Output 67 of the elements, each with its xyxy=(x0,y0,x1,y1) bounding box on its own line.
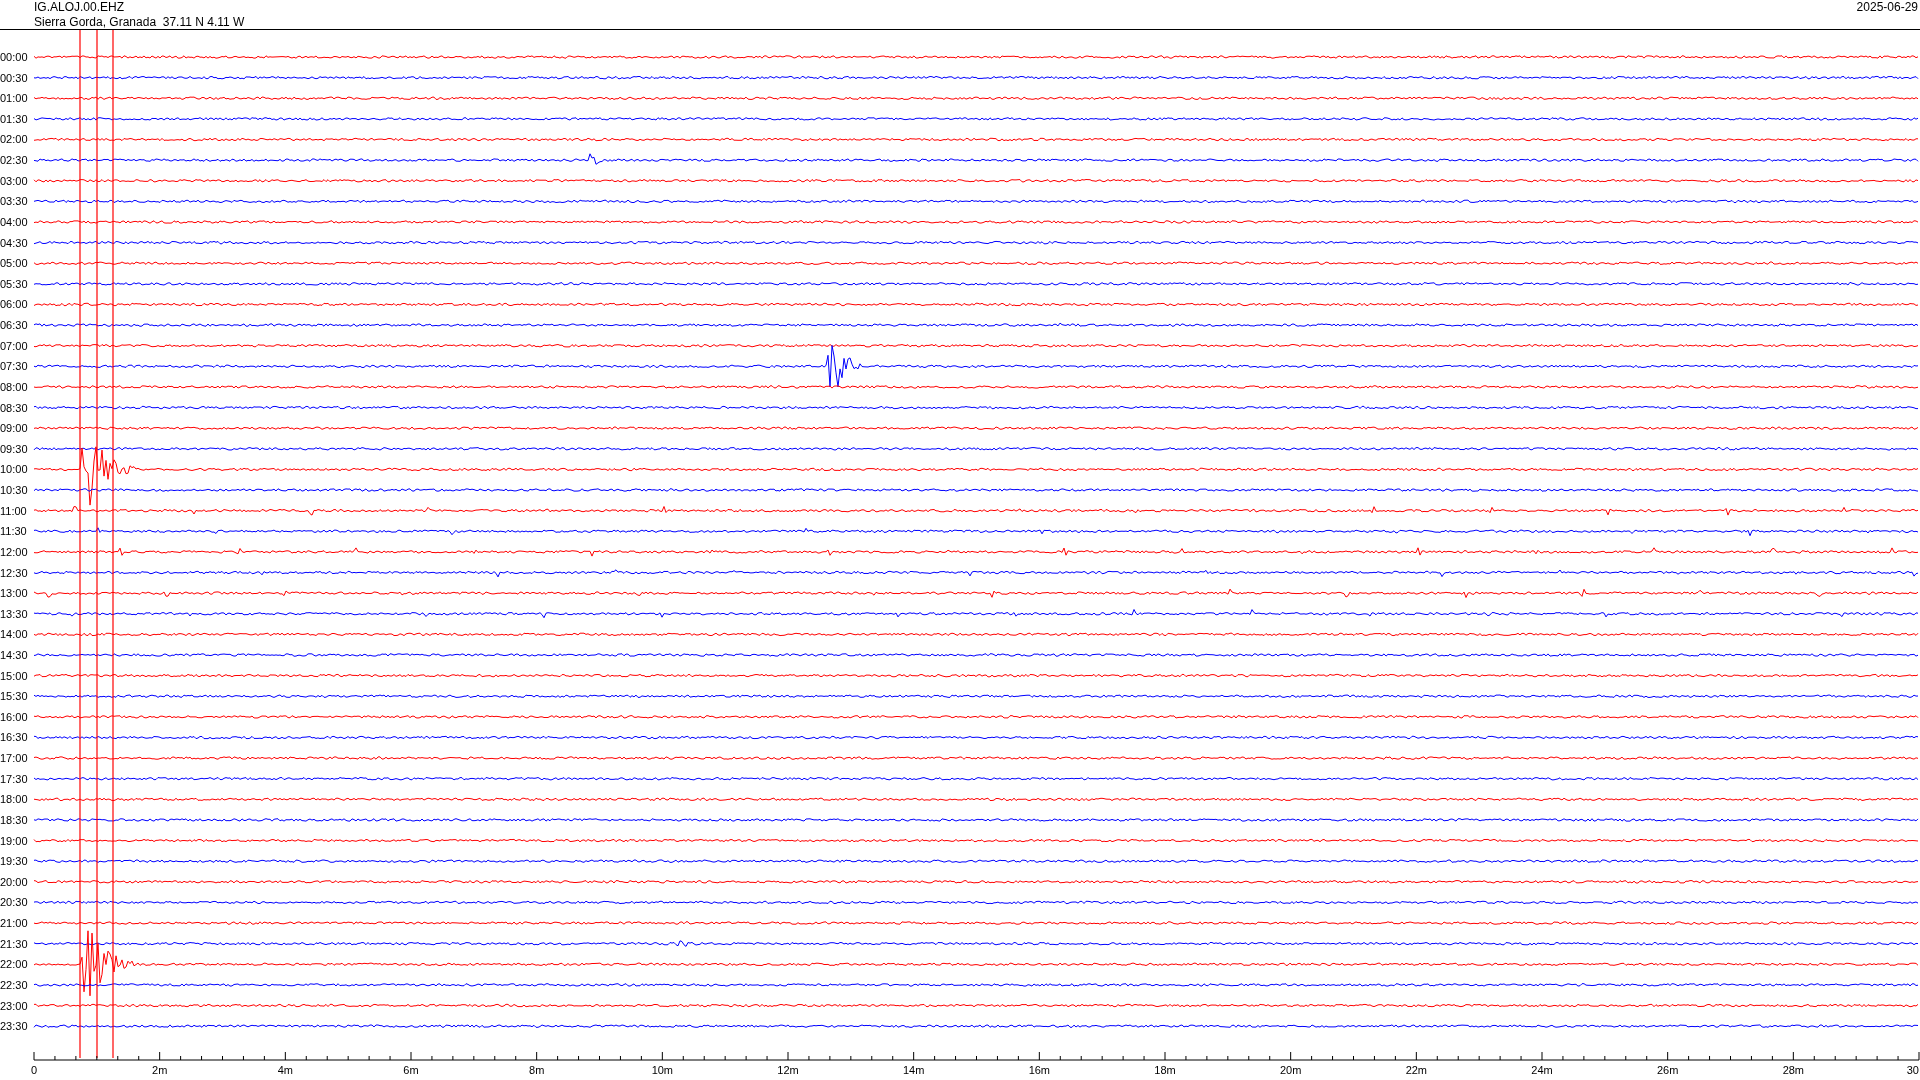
hour-label: 22:00 xyxy=(0,958,28,971)
hour-label: 14:00 xyxy=(0,628,28,641)
axis-label: 0 xyxy=(30,1064,38,1076)
hour-label: 05:30 xyxy=(0,277,28,290)
hour-label: 13:30 xyxy=(0,607,28,620)
axis-label: 16m xyxy=(1028,1064,1051,1076)
hour-label: 11:00 xyxy=(0,504,27,517)
station-location: Sierra Gorda, Granada 37.11 N 4.11 W xyxy=(34,15,245,30)
axis-label: 22m xyxy=(1405,1064,1428,1076)
hour-label: 05:00 xyxy=(0,257,28,270)
hour-label: 04:30 xyxy=(0,236,28,249)
hour-label: 23:00 xyxy=(0,999,28,1012)
hour-label: 11:30 xyxy=(0,525,27,538)
hour-label: 01:00 xyxy=(0,92,28,105)
hour-label: 03:30 xyxy=(0,195,28,208)
axis-label: 24m xyxy=(1531,1064,1553,1076)
hour-label: 10:00 xyxy=(0,463,28,476)
hour-label: 21:30 xyxy=(0,937,28,950)
axis-label: 2m xyxy=(152,1064,168,1076)
hour-label: 18:30 xyxy=(0,813,28,826)
axis-label: 12m xyxy=(777,1064,799,1076)
hour-label: 10:30 xyxy=(0,484,28,496)
hour-label: 16:00 xyxy=(0,710,28,723)
axis-label: 14m xyxy=(902,1064,925,1076)
hour-label: 20:30 xyxy=(0,896,28,909)
hour-label: 18:00 xyxy=(0,793,28,806)
hour-label: 22:30 xyxy=(0,978,28,991)
hour-label: 09:00 xyxy=(0,422,28,435)
hour-label: 21:00 xyxy=(0,917,28,930)
hour-label: 06:00 xyxy=(0,298,28,311)
axis-label: 6m xyxy=(403,1064,419,1076)
hour-label: 00:00 xyxy=(0,51,28,63)
hour-label: 23:30 xyxy=(0,1020,28,1033)
hour-label: 08:30 xyxy=(0,401,28,414)
date-label: 2025-06-29 xyxy=(1856,0,1918,15)
hour-label: 15:00 xyxy=(0,669,28,682)
hour-label: 15:30 xyxy=(0,690,28,703)
axis-label: 20m xyxy=(1279,1064,1302,1076)
axis-label: 26m xyxy=(1656,1064,1679,1076)
hour-label: 20:00 xyxy=(0,875,28,888)
hour-label: 16:30 xyxy=(0,731,28,744)
axis-label: 4m xyxy=(277,1064,293,1076)
axis-label: 18m xyxy=(1154,1064,1176,1076)
hour-label: 08:00 xyxy=(0,380,28,393)
hour-label: 00:30 xyxy=(0,71,28,84)
hour-label: 13:00 xyxy=(0,587,28,600)
hour-label: 02:00 xyxy=(0,133,28,146)
axis-label: 10m xyxy=(651,1064,674,1076)
channel-title: IG.ALOJ.00.EHZ xyxy=(34,0,126,15)
hour-label: 06:30 xyxy=(0,319,28,332)
axis-label: 8m xyxy=(529,1064,545,1076)
axis-label: 30 xyxy=(1906,1064,1919,1076)
hour-label: 03:00 xyxy=(0,174,28,187)
hour-label: 17:00 xyxy=(0,752,28,765)
hour-label: 19:30 xyxy=(0,855,28,868)
hour-label: 07:00 xyxy=(0,339,28,352)
axis-label: 28m xyxy=(1782,1064,1805,1076)
hour-label: 17:30 xyxy=(0,772,28,785)
hour-label: 07:30 xyxy=(0,360,28,373)
hour-label: 02:30 xyxy=(0,154,28,167)
hour-label: 01:30 xyxy=(0,112,28,125)
hour-label: 04:00 xyxy=(0,215,28,228)
hour-label: 12:30 xyxy=(0,566,28,579)
hour-label: 19:00 xyxy=(0,834,28,847)
hour-label: 09:30 xyxy=(0,442,28,455)
hour-label: 12:00 xyxy=(0,545,28,558)
hour-label: 14:30 xyxy=(0,649,28,661)
